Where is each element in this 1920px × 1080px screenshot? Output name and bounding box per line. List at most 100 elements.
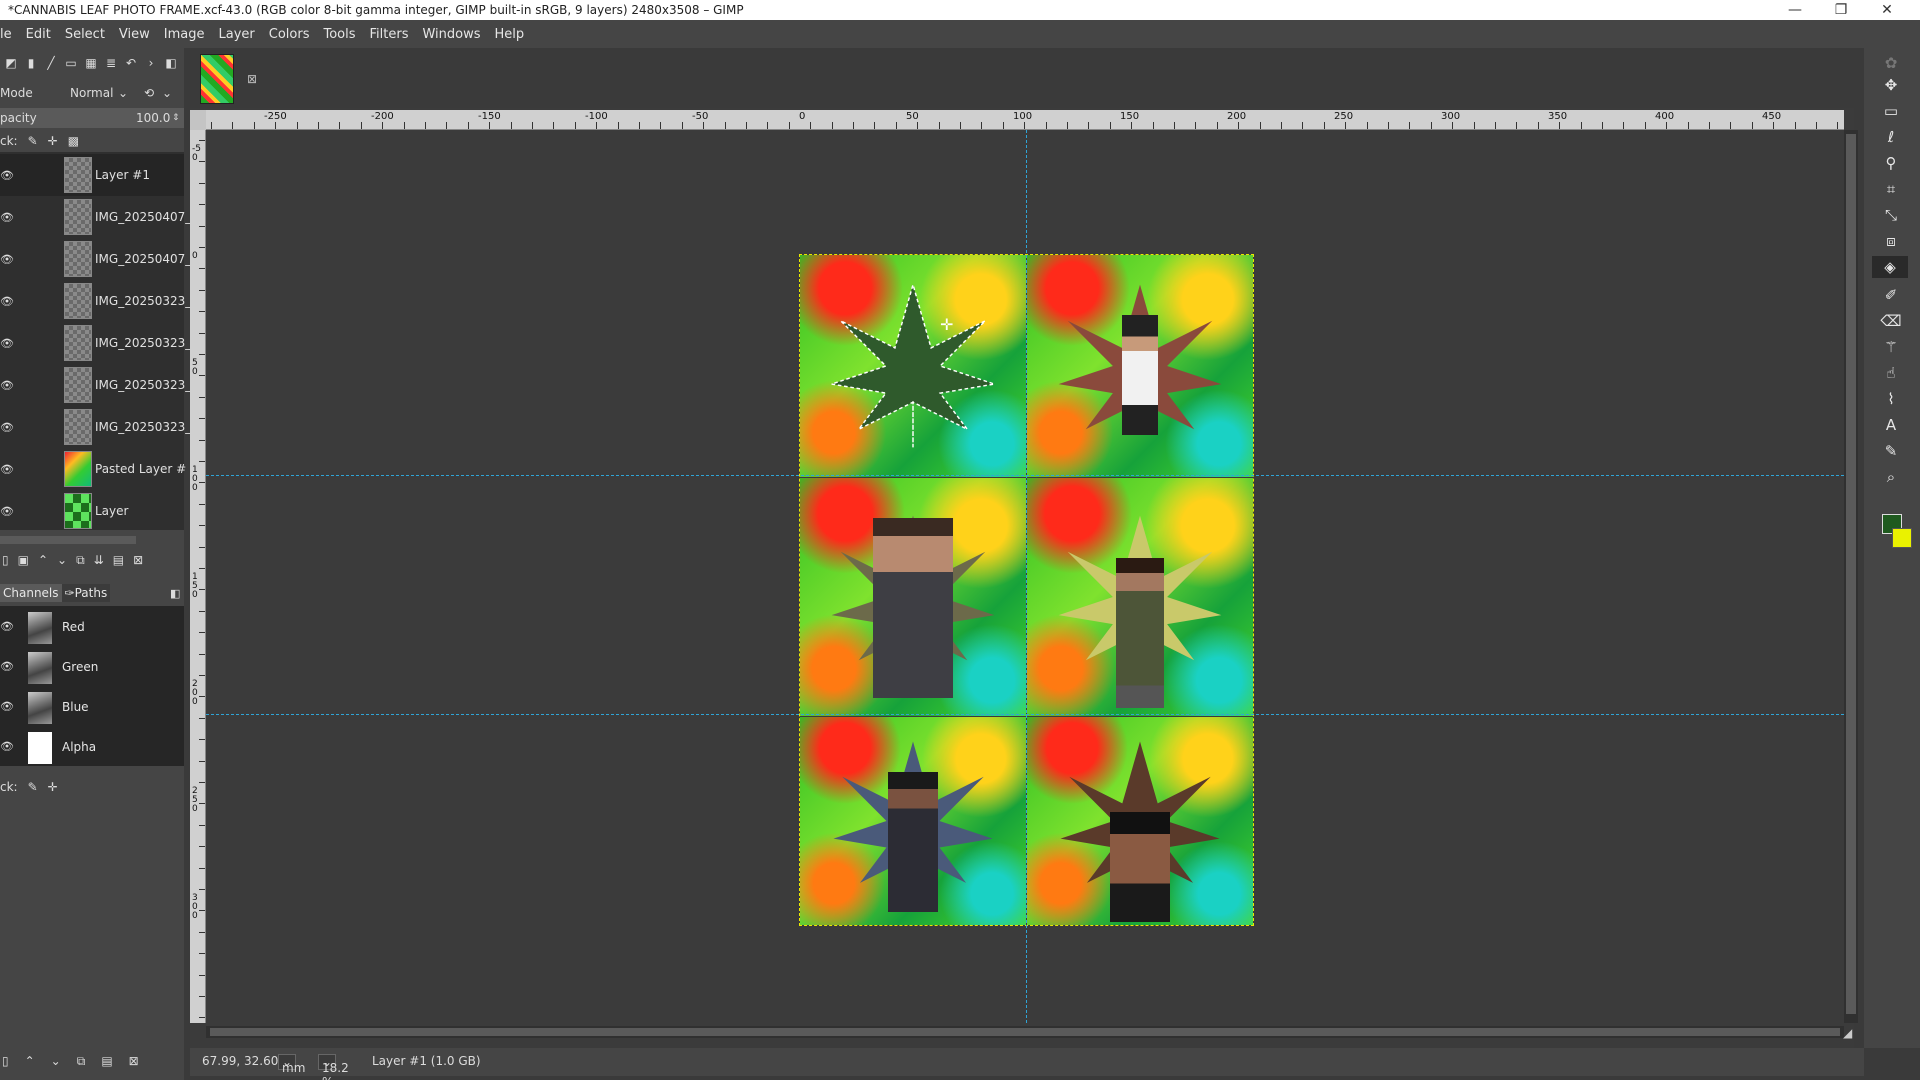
unit-select[interactable]: mm ⌄ — [278, 1054, 305, 1075]
move-tool-icon[interactable]: ✥ — [1880, 74, 1902, 96]
raise-channel-icon[interactable]: ⌃ — [25, 1054, 35, 1068]
horizontal-guide[interactable] — [206, 475, 1844, 476]
layers-icon[interactable]: ≣ — [104, 56, 118, 70]
opacity-value[interactable]: 100.0 — [136, 111, 170, 125]
chevron-down-icon[interactable]: ⌄ — [162, 86, 172, 100]
bucket-fill-tool-icon[interactable]: ◈ — [1872, 256, 1908, 278]
delete-channel-icon[interactable]: ⊠ — [129, 1054, 139, 1068]
close-icon[interactable]: ⊠ — [247, 72, 261, 86]
new-layer-icon[interactable]: ▣ — [18, 553, 29, 567]
layers-scrollbar[interactable] — [0, 536, 136, 544]
eye-icon[interactable]: 👁 — [0, 169, 14, 182]
scrollbar-thumb[interactable] — [210, 1028, 1840, 1036]
channel-row[interactable]: 👁 Green — [0, 648, 184, 688]
scrollbar-thumb[interactable] — [1846, 134, 1856, 1014]
duplicate-channel-icon[interactable]: ⧉ — [77, 1054, 86, 1069]
lock-pixels-icon[interactable]: ✎ — [28, 134, 38, 148]
eraser-tool-icon[interactable]: ⌫ — [1880, 310, 1902, 332]
layer-row[interactable]: 👁 IMG_20250323_ — [0, 364, 191, 406]
layer-mask-icon[interactable]: ▤ — [113, 553, 124, 567]
zoom-select[interactable]: 18.2 % ⌄ — [318, 1054, 349, 1080]
smudge-tool-icon[interactable]: ☝ — [1880, 362, 1902, 384]
navigate-icon[interactable]: ◢ — [1843, 1026, 1852, 1040]
horizontal-ruler[interactable]: -250 -200 -150 -100 -50 0 50 100 150 200… — [206, 110, 1844, 130]
tool-options-icon[interactable]: ◩ — [4, 56, 18, 70]
image-tab-thumbnail[interactable] — [200, 54, 234, 104]
mode-reset-icon[interactable]: ⟲ — [144, 86, 154, 100]
vertical-guide[interactable] — [1026, 130, 1027, 1023]
lock-pixels-icon[interactable]: ✎ — [28, 780, 38, 794]
warp-tool-icon[interactable]: ⧈ — [1880, 230, 1902, 252]
opacity-slider[interactable]: pacity 100.0 ⇕ — [0, 108, 184, 128]
menu-select[interactable]: Select — [58, 27, 112, 42]
new-layer-group-icon[interactable]: ▯ — [2, 553, 9, 567]
eye-icon[interactable]: 👁 — [0, 740, 14, 753]
layer-row[interactable]: 👁 IMG_20250407_ — [0, 238, 191, 280]
chevron-down-icon[interactable]: ⌄ — [118, 86, 128, 100]
channel-row[interactable]: 👁 Alpha — [0, 728, 184, 768]
lower-channel-icon[interactable]: ⌄ — [51, 1054, 61, 1068]
vertical-ruler[interactable]: -50 0 50 100 150 200 250 300 — [190, 130, 206, 1023]
arrow-right-icon[interactable]: › — [144, 56, 158, 70]
color-picker-tool-icon[interactable]: ✎ — [1880, 440, 1902, 462]
menu-help[interactable]: Help — [488, 27, 532, 42]
pattern-icon[interactable]: ▭ — [64, 56, 78, 70]
eye-icon[interactable]: 👁 — [0, 211, 14, 224]
layer-row[interactable]: 👁 Layer — [0, 490, 184, 532]
eye-icon[interactable]: 👁 — [0, 421, 14, 434]
eye-icon[interactable]: 👁 — [0, 295, 14, 308]
gradient-icon[interactable]: ▦ — [84, 56, 98, 70]
eye-icon[interactable]: 👁 — [0, 379, 14, 392]
eye-icon[interactable]: 👁 — [0, 253, 14, 266]
text-tool-icon[interactable]: A — [1880, 414, 1902, 436]
layer-row[interactable]: 👁 Pasted Layer # — [0, 448, 186, 490]
lock-alpha-icon[interactable]: ▩ — [68, 134, 79, 148]
background-color-swatch[interactable] — [1892, 528, 1912, 548]
crop-tool-icon[interactable]: ⌗ — [1880, 178, 1902, 200]
undo-history-icon[interactable]: ↶ — [124, 56, 138, 70]
quick-mask-toggle[interactable] — [190, 110, 206, 130]
raise-layer-icon[interactable]: ⌃ — [38, 553, 48, 567]
delete-layer-icon[interactable]: ⊠ — [133, 553, 143, 567]
channel-row[interactable]: 👁 Blue — [0, 688, 184, 728]
tab-paths[interactable]: ✑Paths — [61, 584, 111, 602]
rect-select-tool-icon[interactable]: ▭ — [1880, 100, 1902, 122]
menu-file[interactable]: le — [0, 27, 19, 42]
merge-down-icon[interactable]: ⇊ — [94, 553, 104, 567]
layer-row[interactable]: 👁 IMG_20250323_ — [0, 280, 191, 322]
brush-icon[interactable]: ▮ — [24, 56, 38, 70]
menu-image[interactable]: Image — [157, 27, 212, 42]
lasso-tool-icon[interactable]: ℓ — [1880, 126, 1902, 148]
clone-tool-icon[interactable]: ⚚ — [1880, 336, 1902, 358]
paintbrush-tool-icon[interactable]: ✐ — [1880, 284, 1902, 306]
menu-edit[interactable]: Edit — [19, 27, 58, 42]
menu-filters[interactable]: Filters — [363, 27, 416, 42]
horizontal-guide[interactable] — [206, 714, 1844, 715]
menu-windows[interactable]: Windows — [415, 27, 487, 42]
eye-icon[interactable]: 👁 — [0, 700, 14, 713]
lower-layer-icon[interactable]: ⌄ — [57, 553, 67, 567]
menu-tools[interactable]: Tools — [316, 27, 362, 42]
layer-row[interactable]: 👁 IMG_20250323_ — [0, 322, 191, 364]
transform-tool-icon[interactable]: ⤡ — [1880, 204, 1902, 226]
layer-row[interactable]: 👁 IMG_20250407_ — [0, 196, 191, 238]
close-button[interactable]: ✕ — [1864, 0, 1910, 20]
pencil-icon[interactable]: ╱ — [44, 56, 58, 70]
channel-to-selection-icon[interactable]: ▤ — [101, 1054, 112, 1068]
lock-position-icon[interactable]: ✛ — [48, 134, 58, 148]
menu-colors[interactable]: Colors — [262, 27, 317, 42]
dock-menu-icon[interactable]: ◧ — [170, 587, 180, 600]
channel-row[interactable]: 👁 Red — [0, 608, 184, 648]
layer-row[interactable]: 👁 IMG_20250323_ — [0, 406, 191, 448]
menu-layer[interactable]: Layer — [212, 27, 262, 42]
tab-channels[interactable]: Channels — [0, 584, 62, 602]
menu-view[interactable]: View — [112, 27, 157, 42]
fuzzy-select-tool-icon[interactable]: ⚲ — [1880, 152, 1902, 174]
image-canvas[interactable]: ✛ — [206, 130, 1844, 1023]
mode-select[interactable]: Normal — [70, 86, 113, 100]
eye-icon[interactable]: 👁 — [0, 505, 14, 518]
eye-icon[interactable]: 👁 — [0, 463, 14, 476]
eye-icon[interactable]: 👁 — [0, 620, 14, 633]
eye-icon[interactable]: 👁 — [0, 337, 14, 350]
spin-icon[interactable]: ⇕ — [172, 113, 180, 123]
